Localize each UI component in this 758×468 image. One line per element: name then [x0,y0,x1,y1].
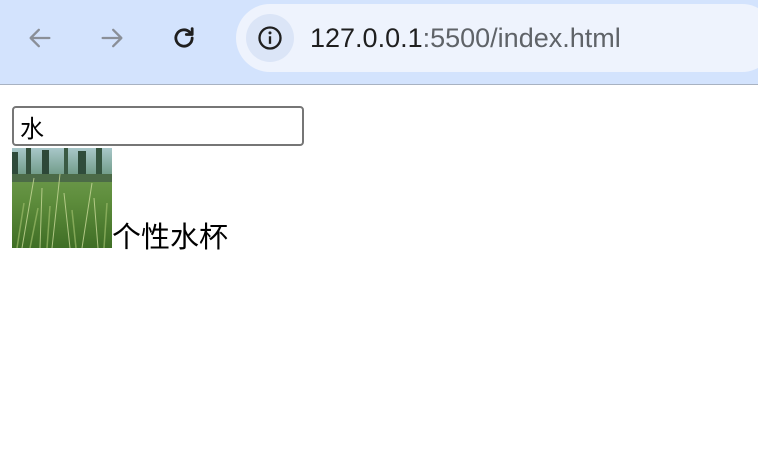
reload-button[interactable] [164,18,204,58]
url-path: :5500/index.html [422,23,621,53]
search-result-item[interactable]: 个性水杯 [12,148,228,252]
url-text: 127.0.0.1:5500/index.html [310,22,621,54]
back-button[interactable] [20,18,60,58]
address-bar[interactable]: 127.0.0.1:5500/index.html [236,4,758,72]
search-input[interactable] [12,106,304,146]
info-icon [258,26,282,50]
url-host: 127.0.0.1 [310,23,423,53]
site-info-button[interactable] [246,14,294,62]
reload-icon [174,27,194,48]
grass-field-photo [12,148,112,248]
forward-button[interactable] [92,18,132,58]
result-title: 个性水杯 [112,220,229,254]
arrow-right-icon [101,28,123,48]
arrow-left-icon [29,28,51,48]
browser-toolbar: 127.0.0.1:5500/index.html [0,0,758,85]
